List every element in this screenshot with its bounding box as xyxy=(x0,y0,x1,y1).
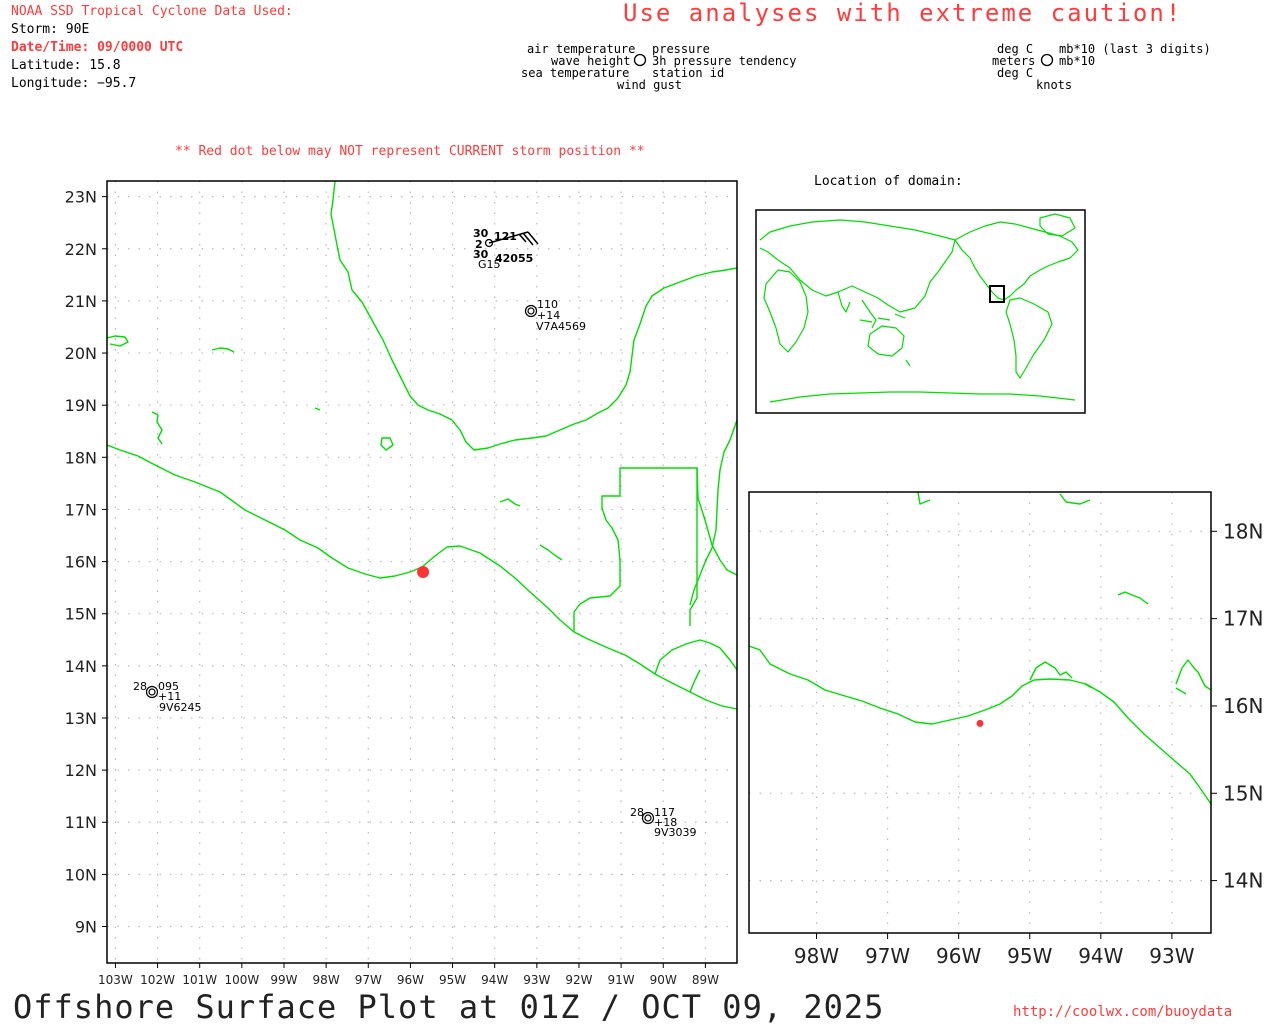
main-lat-label: 12N xyxy=(65,761,97,780)
main-map-lat-labels: 23N 22N 21N 20N 19N 18N 17N 16N 15N 14N 13N 12N 11N 1… xyxy=(65,188,107,937)
main-map: 23N 22N 21N 20N 19N 18N 17N 16N 15N 14N 13N 12N 11N 1… xyxy=(65,180,738,987)
zoom-lat-label: 18N xyxy=(1223,519,1263,543)
storm-position-dot[interactable] xyxy=(417,566,430,578)
main-lon-label: 101W xyxy=(182,973,217,987)
main-lat-label: 20N xyxy=(65,344,97,363)
zoom-lat-label: 15N xyxy=(1223,781,1263,805)
station-9v6245-air-temp: 28 xyxy=(133,680,147,693)
legend-station-circle-left xyxy=(633,53,647,67)
main-lat-label: 17N xyxy=(65,500,97,519)
legend-station-circle-right xyxy=(1040,53,1054,67)
main-lon-label: 93W xyxy=(523,973,550,987)
zoom-lon-label: 97W xyxy=(865,944,910,968)
main-lon-label: 98W xyxy=(313,973,340,987)
zoom-lat-label: 16N xyxy=(1223,694,1263,718)
plot-title: Offshore Surface Plot at 01Z / OCT 09, 2… xyxy=(13,988,885,1026)
main-lat-label: 13N xyxy=(65,709,97,728)
zoom-map-lon-labels: 98W 97W 96W 95W 94W 93W xyxy=(794,933,1195,968)
main-lon-label: 103W xyxy=(98,973,133,987)
zoom-lon-label: 96W xyxy=(936,944,981,968)
station-9v3039-id: 9V3039 xyxy=(654,826,697,839)
main-lon-label: 100W xyxy=(224,973,259,987)
source-link[interactable]: http://coolwx.com/buoydata xyxy=(1013,1004,1232,1020)
main-map-lon-labels: 103W 102W 101W 100W 99W 98W 97W 96W 95W 94W 93W 92W… xyxy=(98,963,719,987)
zoom-lon-label: 94W xyxy=(1078,944,1123,968)
main-lon-label: 89W xyxy=(692,973,719,987)
main-lon-label: 102W xyxy=(140,973,175,987)
main-lon-label: 91W xyxy=(608,973,635,987)
zoom-map: 18N 17N 16N 15N 14N 98W 97W 96W 95W 94W 93W xyxy=(748,491,1263,968)
station-9v3039-air-temp: 28 xyxy=(630,806,644,819)
main-lat-label: 21N xyxy=(65,292,97,311)
station-9v6245-id: 9V6245 xyxy=(159,701,202,714)
main-lon-label: 94W xyxy=(481,973,508,987)
main-lat-label: 10N xyxy=(65,865,97,884)
main-lat-label: 19N xyxy=(65,396,97,415)
zoom-lon-label: 93W xyxy=(1149,944,1194,968)
main-lat-label: 16N xyxy=(65,553,97,572)
main-lat-label: 23N xyxy=(65,188,97,207)
zoom-lat-label: 17N xyxy=(1223,607,1263,631)
main-lon-label: 95W xyxy=(439,973,466,987)
station-42055-id: 42055 xyxy=(495,252,533,265)
main-lon-label: 99W xyxy=(270,973,297,987)
main-lon-label: 92W xyxy=(565,973,592,987)
station-v7a4569-id: V7A4569 xyxy=(536,320,586,333)
main-lat-label: 11N xyxy=(65,813,97,832)
main-lon-label: 90W xyxy=(650,973,677,987)
zoom-lon-label: 95W xyxy=(1007,944,1052,968)
main-lat-label: 15N xyxy=(65,605,97,624)
main-lat-label: 18N xyxy=(65,448,97,467)
zoom-lon-label: 98W xyxy=(794,944,839,968)
main-lon-label: 97W xyxy=(355,973,382,987)
domain-inset-map xyxy=(755,209,1086,414)
main-lat-label: 22N xyxy=(65,240,97,259)
zoom-lat-label: 14N xyxy=(1223,869,1263,893)
map-canvas: 23N 22N 21N 20N 19N 18N 17N 16N 15N 14N 13N 12N 11N 1… xyxy=(65,53,1263,987)
main-lat-label: 14N xyxy=(65,657,97,676)
main-lon-label: 96W xyxy=(397,973,424,987)
main-lat-label: 9N xyxy=(75,918,97,937)
zoom-map-lat-labels: 18N 17N 16N 15N 14N xyxy=(1211,519,1263,893)
zoom-storm-position-dot[interactable] xyxy=(976,719,984,727)
